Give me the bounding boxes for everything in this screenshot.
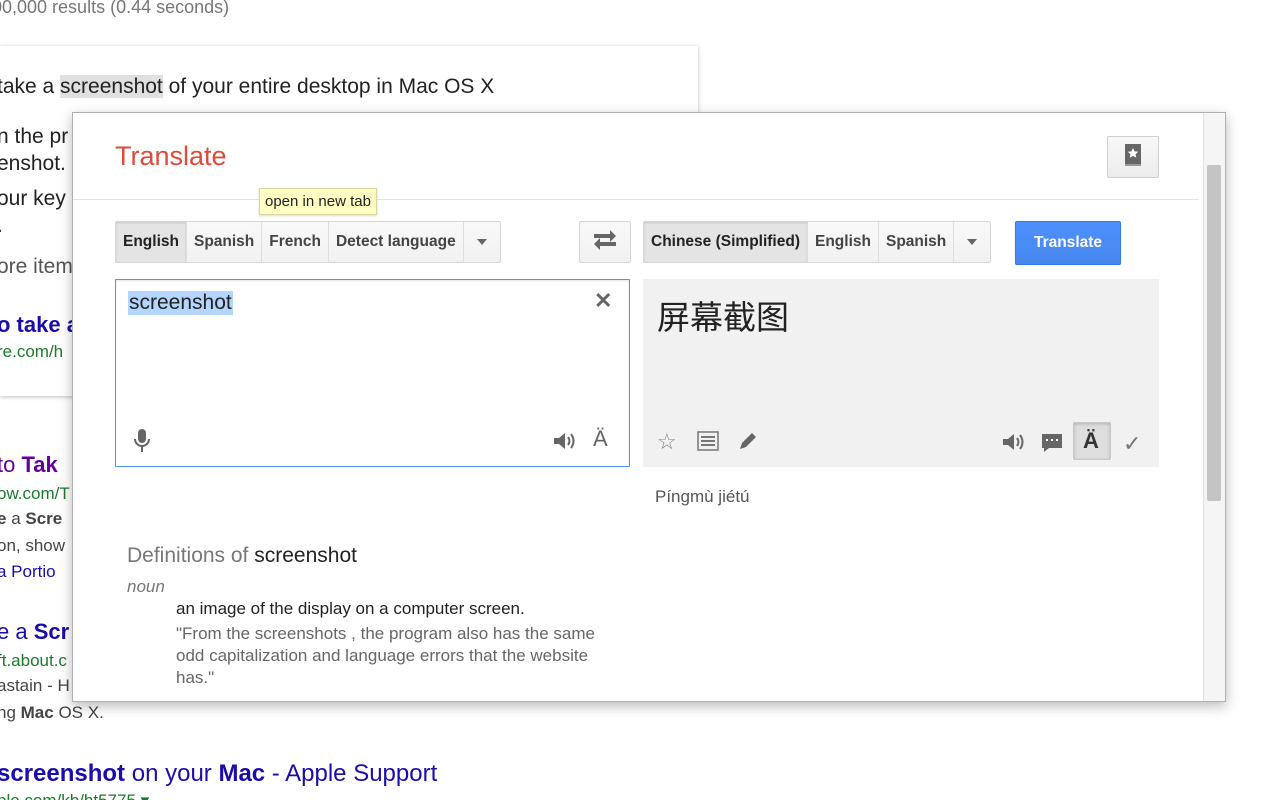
swap-languages-icon xyxy=(592,229,618,255)
translation-result-panel: 屏幕截图 ☆ Ä ✓ xyxy=(643,279,1159,467)
more-items-link[interactable]: ore item xyxy=(0,255,73,279)
result-title[interactable]: screenshot on your Mac - Apple Support xyxy=(0,760,437,788)
definition-example: "From the screenshots , the program also… xyxy=(176,624,595,687)
target-lang-spanish[interactable]: Spanish xyxy=(879,222,955,262)
input-tools-icon: Ä xyxy=(1083,428,1099,453)
snippet-text: OS X. xyxy=(53,703,104,722)
snippet-line: our key xyxy=(0,187,66,210)
result-title-text: on your xyxy=(125,760,219,787)
source-text[interactable]: screenshot xyxy=(128,291,233,315)
result-snippet: e a Scre xyxy=(0,509,62,529)
headline-text: take a xyxy=(0,75,61,98)
phrasebook-icon xyxy=(1123,143,1143,172)
snippet-text: a xyxy=(6,509,26,528)
snippet-text: ng xyxy=(0,703,16,722)
result-snippet: ng Mac OS X. xyxy=(0,703,104,723)
source-lang-spanish[interactable]: Spanish xyxy=(187,222,263,262)
target-lang-english[interactable]: English xyxy=(808,222,879,262)
close-icon[interactable]: ✕ xyxy=(594,288,612,314)
translate-button[interactable]: Translate xyxy=(1015,221,1121,265)
header-divider xyxy=(73,199,1199,200)
definition-gloss: an image of the display on a computer sc… xyxy=(176,599,525,618)
check-icon[interactable]: ✓ xyxy=(1123,431,1141,457)
headline-text-end: of your entire desktop in Mac OS X xyxy=(162,75,495,98)
input-tools-icon[interactable]: Ä xyxy=(593,426,608,452)
result-title-bold: Scr xyxy=(33,619,70,644)
result-title-bold: Mac xyxy=(218,760,266,787)
snippet-link[interactable]: o take a xyxy=(0,312,79,338)
speaker-icon[interactable] xyxy=(552,430,576,452)
microphone-icon[interactable] xyxy=(132,428,152,454)
source-text-input[interactable]: screenshot ✕ Ä xyxy=(115,279,630,467)
snippet-bold: Scre xyxy=(25,509,63,528)
snippet-url: re.com/h xyxy=(0,342,64,361)
definitions-heading: Definitions of screenshot xyxy=(127,544,357,568)
result-title-text: - Apple Support xyxy=(265,760,438,787)
swap-languages-button[interactable] xyxy=(579,221,631,263)
result-title-text: to xyxy=(0,452,16,477)
result-title[interactable]: to Tak xyxy=(0,452,58,478)
definitions-word: screenshot xyxy=(254,544,357,567)
target-lang-chinese-simplified[interactable]: Chinese (Simplified) xyxy=(644,222,808,262)
snippet-bold: Mac xyxy=(20,703,54,722)
snippet-line: enshot. xyxy=(0,152,66,175)
source-lang-dropdown[interactable] xyxy=(464,222,500,262)
result-snippet: astain - H xyxy=(0,676,70,695)
feedback-icon[interactable] xyxy=(1041,432,1063,454)
snippet-line: . xyxy=(0,214,3,238)
target-lang-dropdown[interactable] xyxy=(954,222,990,262)
scrollbar-thumb[interactable] xyxy=(1207,165,1221,501)
definitions-label: Definitions of xyxy=(127,544,249,567)
source-lang-english[interactable]: English xyxy=(116,222,187,262)
result-title-text: e a xyxy=(0,619,34,644)
phrasebook-button[interactable] xyxy=(1107,136,1159,178)
result-url: ow.com/T xyxy=(0,484,70,503)
result-count: 00,000 results (0.44 seconds) xyxy=(0,0,230,17)
snippet-line: n the pr xyxy=(0,125,69,148)
result-url: ft.about.c xyxy=(0,651,67,670)
source-lang-french[interactable]: French xyxy=(262,222,329,262)
speaker-icon[interactable] xyxy=(1001,431,1025,453)
transliteration: Píngmù jiétú xyxy=(655,487,750,506)
target-language-bar: Chinese (Simplified) English Spanish xyxy=(643,221,992,263)
translate-dialog: Translate English Spanish French Detect … xyxy=(72,112,1226,702)
star-icon[interactable]: ☆ xyxy=(657,429,677,455)
input-tools-toggle[interactable]: Ä xyxy=(1073,422,1111,460)
chevron-down-icon xyxy=(967,239,978,245)
part-of-speech: noun xyxy=(127,577,165,596)
result-title[interactable]: e a Scr xyxy=(0,619,69,645)
list-icon[interactable] xyxy=(697,431,719,451)
result-snippet: on, show xyxy=(0,536,66,555)
translation-result: 屏幕截图 xyxy=(657,298,789,337)
result-sitelink[interactable]: a Portio xyxy=(0,562,56,582)
headline-highlight: screenshot xyxy=(60,75,163,98)
source-language-bar: English Spanish French Detect language xyxy=(115,221,501,263)
dialog-title: Translate xyxy=(115,141,227,171)
chevron-down-icon xyxy=(476,239,487,245)
pencil-icon[interactable] xyxy=(737,430,759,452)
result-url: ple.com/kb/ht5775 ▾ xyxy=(0,791,149,800)
snippet-headline: take a screenshot of your entire desktop… xyxy=(0,75,494,99)
source-lang-detect[interactable]: Detect language xyxy=(329,222,464,262)
result-title-bold: screenshot xyxy=(0,760,126,787)
tooltip: open in new tab xyxy=(259,188,377,215)
result-title-bold: Tak xyxy=(21,452,58,477)
